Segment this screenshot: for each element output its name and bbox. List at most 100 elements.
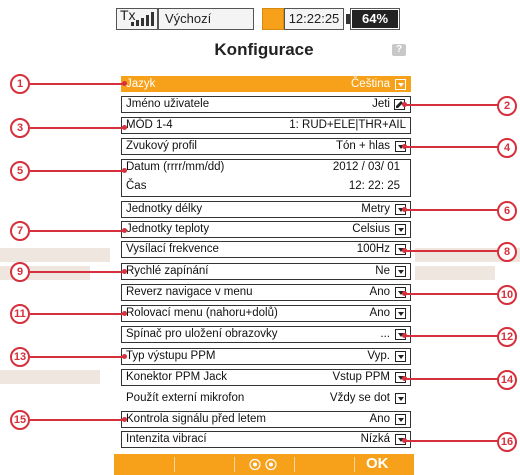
row-label: Intenzita vibrací [126,433,207,445]
page-title: Konfigurace [214,40,314,59]
callout-3: 3 [10,118,30,138]
row-scroll-menu[interactable]: Rolovací menu (nahoru+dolů) Ano [121,305,411,322]
callout-dot [402,376,407,381]
callout-dot [122,269,127,274]
callout-leader [404,146,500,148]
callout-16: 16 [497,432,517,452]
callout-leader [404,378,500,380]
ok-softkey[interactable]: OK [366,455,389,472]
alarm-indicator [262,8,284,30]
row-transmit-frequency[interactable]: Vysílací frekvence 100Hz [121,241,411,258]
row-label: Vysílací frekvence [126,243,219,255]
callout-leader [30,271,125,273]
row-vibration-intensity[interactable]: Intenzita vibrací Nízká [121,431,411,448]
callout-dot [122,168,127,173]
dropdown-icon[interactable] [395,351,406,362]
row-value: Ano [369,413,390,425]
row-label: Jednotky délky [126,203,203,215]
callout-11: 11 [10,304,30,324]
softkey-divider [234,457,235,472]
row-sound-profile[interactable]: Zvukový profil Tón + hlas [121,138,411,155]
callout-leader [30,83,125,85]
row-temperature-units[interactable]: Jednotky teploty Celsius [121,221,411,238]
callout-leader [30,127,125,129]
row-value: Vyp. [367,350,390,362]
callout-dot [402,207,407,212]
softkey-divider [294,457,295,472]
row-screenshot-switch[interactable]: Spínač pro uložení obrazovky ... [121,326,411,343]
row-value: Celsius [352,223,390,235]
bg-stripe [0,370,100,384]
row-label: Datum (rrrr/mm/dd) [126,161,225,173]
row-label: Čas [126,180,147,192]
help-icon[interactable]: ? [392,44,406,56]
row-value: Vstup PPM [332,371,390,383]
row-label: Konektor PPM Jack [126,371,227,383]
row-label: Rolovací menu (nahoru+dolů) [126,307,278,319]
row-fast-startup[interactable]: Rychlé zapínání Ne [121,263,411,280]
callout-12: 12 [497,327,517,347]
callout-15: 15 [10,410,30,430]
signal-bars-icon [131,12,154,26]
row-label: Jméno uživatele [126,98,210,110]
row-label: Reverz navigace v menu [126,286,253,298]
row-label: Spínač pro uložení obrazovky [126,328,278,340]
bg-stripe [0,248,110,262]
callout-leader [30,230,125,232]
row-label: Použít externí mikrofon [126,392,245,404]
callout-leader [30,419,125,421]
callout-dot [122,417,127,422]
row-value: Nízká [360,433,390,445]
device-screen: Tx Výchozí 12:22:25 64% Konfigurace ? Ja… [114,0,414,475]
row-length-units[interactable]: Jednotky délky Metry [121,201,411,218]
row-preflight-signal-check[interactable]: Kontrola signálu před letem Ano [121,411,411,428]
callout-dot [122,354,127,359]
row-value: Ano [369,307,390,319]
row-value: 2012 / 03/ 01 [332,161,400,173]
row-label: Jazyk [126,78,156,90]
row-ppm-output-type[interactable]: Typ výstupu PPM Vyp. [121,348,411,365]
callout-10: 10 [497,285,517,305]
row-value: 1: RUD+ELE|THR+AIL [289,119,406,131]
row-user-name[interactable]: Jméno uživatele Jeti [121,96,411,113]
row-external-mic[interactable]: Použít externí mikrofon Vždy se dot [121,390,411,407]
row-date-time[interactable]: Datum (rrrr/mm/dd) 2012 / 03/ 01 Čas 12:… [121,159,411,197]
callout-14: 14 [497,370,517,390]
callout-leader [30,170,125,172]
softkey-bar: OK [114,454,414,475]
row-value: ... [380,328,390,340]
dropdown-icon[interactable] [395,224,406,235]
dropdown-icon[interactable] [395,393,406,404]
row-menu-nav-reverse[interactable]: Reverz navigace v menu Ano [121,284,411,301]
callout-2: 2 [497,96,517,116]
dropdown-icon[interactable] [395,266,406,277]
callout-6: 6 [497,201,517,221]
row-value: Tón + hlas [335,140,390,152]
callout-dot [122,228,127,233]
callout-1: 1 [10,74,30,94]
callout-dot [402,333,407,338]
callout-leader [30,356,125,358]
callout-leader [404,104,500,106]
row-ppm-jack-connector[interactable]: Konektor PPM Jack Vstup PPM [121,369,411,386]
callout-9: 9 [10,262,30,282]
row-label: Typ výstupu PPM [126,350,216,362]
row-label: Rychlé zapínání [126,265,209,277]
dropdown-icon[interactable] [395,308,406,319]
callout-7: 7 [10,221,30,241]
row-label: MÓD 1-4 [126,119,173,131]
callout-5: 5 [10,161,30,181]
callout-13: 13 [10,347,30,367]
row-mode[interactable]: MÓD 1-4 1: RUD+ELE|THR+AIL [121,117,411,134]
row-value: 100Hz [356,243,390,255]
row-language[interactable]: Jazyk Čeština [121,76,411,92]
model-name[interactable]: Výchozí [158,8,254,30]
row-value: Metry [361,203,390,215]
callout-dot [402,144,407,149]
dropdown-icon[interactable] [395,79,406,90]
callout-dot [402,438,407,443]
row-value: 12: 22: 25 [348,180,400,192]
dropdown-icon[interactable] [395,414,406,425]
callout-leader [404,293,500,295]
callout-8: 8 [497,242,517,262]
